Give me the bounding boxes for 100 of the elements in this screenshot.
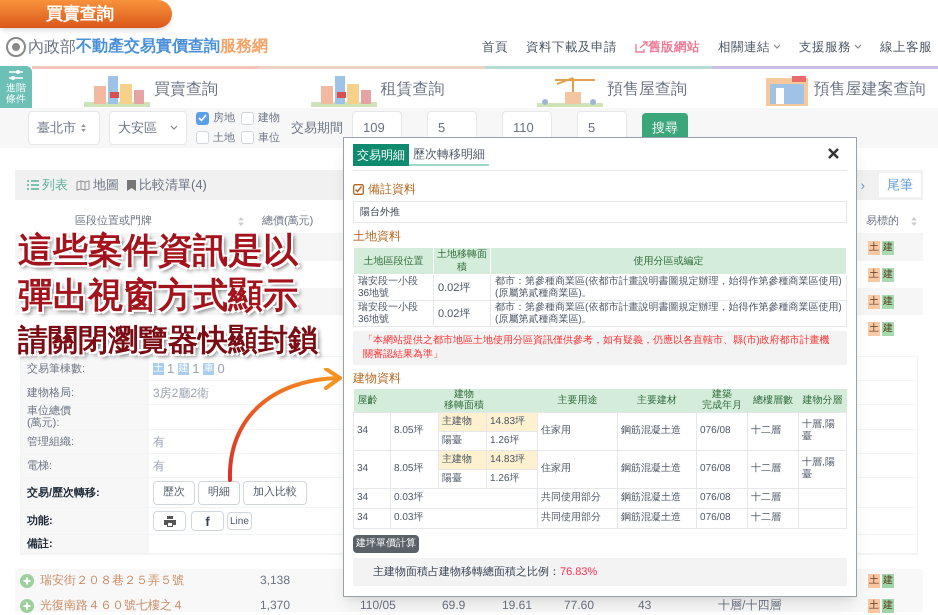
column-header: 總價(萬元) [262, 214, 314, 230]
table-cell: 瑞安段一小段36地號 [354, 274, 434, 300]
table-cell: 十二層 [748, 508, 799, 528]
count-value: 0 [217, 360, 225, 378]
corner-tag: 買賣查詢 [0, 0, 172, 28]
bookmark-icon [127, 180, 136, 190]
callout-text: 這些案件資訊是以 [18, 230, 300, 272]
callout-text: 請關閉瀏覽器快顯封鎖 [18, 323, 318, 359]
city-select[interactable]: 臺北市 [28, 111, 100, 145]
table-cell: 鋼筋混凝土造 [618, 450, 697, 488]
address-link[interactable]: 光復南路４６０號七樓之４ [34, 599, 260, 612]
tag: 土 [868, 294, 880, 308]
tag: 土 [153, 362, 164, 374]
column-header: 土地區段位置 [354, 248, 434, 274]
period-label: 交易期間 [291, 119, 343, 138]
table-cell-text: 19.61 [502, 599, 534, 612]
type-checkbox[interactable]: 土地 [196, 130, 235, 146]
type-checkbox[interactable]: 房地 [196, 110, 235, 126]
view-tab[interactable]: 地圖 [76, 175, 119, 195]
nav-link[interactable]: 首頁 [482, 38, 508, 56]
table-cell: 鋼筋混凝土造 [618, 508, 697, 528]
column-header: 建築 [712, 389, 732, 400]
query-tab[interactable]: 租賃查詢 [258, 66, 485, 108]
line-share-button[interactable]: Line [227, 512, 252, 530]
query-tab[interactable]: 預售屋查詢 [485, 66, 712, 108]
tag: 土 [868, 599, 880, 613]
count-value: 1 [192, 360, 200, 378]
table-cell: 34 [354, 488, 390, 508]
view-tab[interactable]: 比較清單(4) [127, 175, 207, 195]
action-button[interactable]: 歷次 [153, 480, 195, 504]
facebook-share-button[interactable]: f [191, 511, 224, 531]
table-cell: 住家用 [538, 412, 618, 450]
nav-link[interactable]: 線上客服 [880, 38, 932, 56]
column-header: 總樓層數 [748, 389, 799, 412]
table-cell: 0.02坪 [434, 274, 490, 300]
ratio-value: 76.83% [560, 564, 598, 580]
ratio-label: 主建物面積占建物移轉總面積之比例： [373, 564, 560, 580]
table-cell: 十二層 [748, 412, 799, 450]
table-cell-text: 69.9 [442, 599, 466, 612]
price-value: 3,138 [260, 574, 292, 587]
column-header: 屋齡 [354, 389, 390, 412]
action-button[interactable]: 明細 [198, 480, 240, 504]
crane-icon [535, 74, 605, 108]
tag: 土 [868, 240, 880, 254]
table-cell: 都市：第參種商業區(依都市計畫說明書圖規定辦理，始得作第參種商業區使用)(原屬第貳種商業區)。 [490, 300, 846, 326]
type-checkbox[interactable]: 車位 [241, 130, 280, 146]
table-cell-text: 77.60 [564, 599, 596, 612]
price-value: 1,370 [260, 599, 292, 612]
tag: 建 [882, 240, 894, 254]
table-cell: 076/08 [696, 412, 748, 450]
last-page-button[interactable]: 尾筆 [879, 173, 921, 197]
table-cell-text: 十層/十四層 [718, 599, 782, 612]
nav-dropdown[interactable]: 相關連結 [718, 38, 781, 56]
site-title: 不動產交易實價查詢 [76, 36, 220, 57]
district-select[interactable]: 大安區 [109, 111, 187, 145]
nav-dropdown[interactable]: 支援服務 [799, 38, 862, 56]
emblem-icon [6, 37, 26, 57]
nav-link[interactable]: 資料下載及申請 [526, 38, 617, 56]
column-header: 易標的 [866, 214, 899, 230]
table-cell: 14.83坪 [486, 412, 538, 431]
checkbox-icon [353, 184, 364, 194]
dialog-tab[interactable]: 交易明細 [353, 144, 409, 166]
dialog-tab[interactable]: 歷次轉移明細 [409, 144, 489, 166]
table-cell: 十二層 [748, 488, 799, 508]
table-cell: 主建物 [438, 412, 486, 431]
table-cell: 8.05坪 [390, 450, 438, 488]
column-header: 建物分層 [798, 389, 846, 412]
table-cell: 鋼筋混凝土造 [618, 412, 697, 450]
next-page-link[interactable]: › [860, 174, 871, 196]
field-label: 車位總價 (萬元): [21, 405, 149, 429]
column-header: 建物 [454, 389, 474, 400]
address-link[interactable]: 瑞安街２０８巷２５弄５號 [34, 574, 260, 587]
section-title: 建物資料 [353, 370, 402, 387]
nav-link[interactable]: 舊版網站 [635, 38, 700, 56]
emblem-text: 內政部 [28, 36, 76, 58]
close-icon[interactable] [828, 148, 839, 159]
table-cell: 076/08 [696, 508, 748, 528]
table-cell: 都市：第參種商業區(依都市計畫說明書圖規定辦理，始得作第參種商業區使用)(原屬第貳種商業區)。 [490, 274, 846, 300]
tag: 土 [868, 268, 880, 282]
action-button[interactable]: 加入比較 [243, 480, 307, 504]
table-cell: 8.05坪 [390, 412, 438, 450]
type-checkbox[interactable]: 建物 [241, 110, 280, 126]
field-value: 3房2廳2衛 [153, 384, 210, 402]
field-label: 建物格局: [21, 381, 149, 404]
table-cell: 076/08 [696, 488, 748, 508]
external-link-icon [635, 41, 648, 53]
field-label: 管理組織: [21, 430, 149, 453]
tag: 土 [868, 574, 880, 588]
table-cell: 住家用 [538, 450, 618, 488]
print-button[interactable] [153, 511, 186, 531]
print-icon [164, 516, 176, 526]
table-cell: 陽臺 [438, 431, 486, 450]
calculate-button[interactable]: 建坪單價計算 [353, 534, 419, 552]
query-tab[interactable]: 買賣查詢 [32, 66, 258, 108]
table-cell: 076/08 [696, 450, 748, 488]
query-tab[interactable]: 預售屋建案查詢 [712, 66, 938, 108]
caret-icon [773, 44, 781, 50]
sort-icon [80, 123, 87, 133]
count-value: 1 [167, 360, 174, 378]
table-cell: 共同使用部分 [538, 508, 618, 528]
